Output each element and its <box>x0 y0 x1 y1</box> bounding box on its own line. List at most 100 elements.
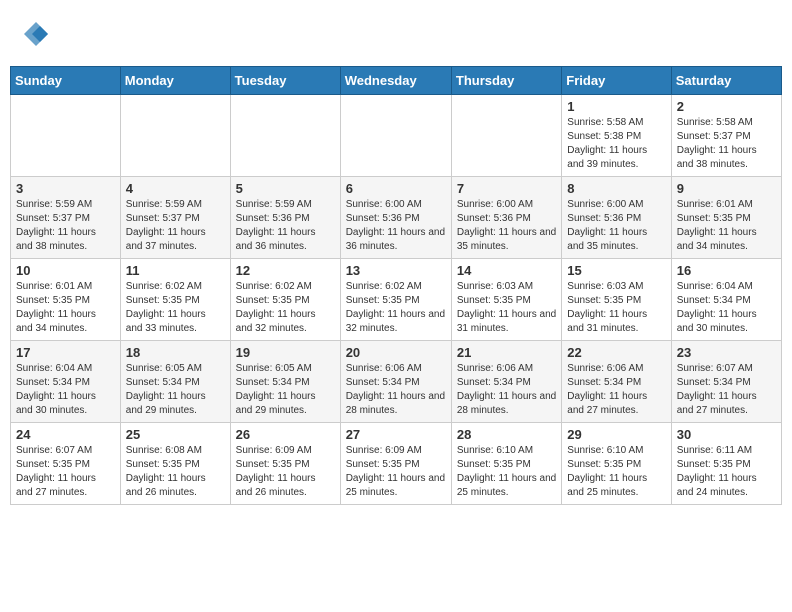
calendar-week-row: 24 Sunrise: 6:07 AMSunset: 5:35 PMDayligh… <box>11 423 782 505</box>
calendar-cell: 15Sunrise: 6:03 AMSunset: 5:35 PMDayligh… <box>562 259 671 341</box>
day-number: 28 <box>457 427 556 442</box>
day-number: 6 <box>346 181 446 196</box>
calendar-cell: 22 Sunrise: 6:06 AMSunset: 5:34 PMDayligh… <box>562 341 671 423</box>
day-number: 9 <box>677 181 776 196</box>
day-number: 26 <box>236 427 335 442</box>
calendar-cell: 11Sunrise: 6:02 AMSunset: 5:35 PMDayligh… <box>120 259 230 341</box>
day-number: 29 <box>567 427 665 442</box>
day-number: 14 <box>457 263 556 278</box>
calendar-cell: 29 Sunrise: 6:10 AMSunset: 5:35 PMDayligh… <box>562 423 671 505</box>
day-info: Sunrise: 5:59 AMSunset: 5:37 PMDaylight:… <box>16 198 115 254</box>
calendar-cell: 2 Sunrise: 5:58 AMSunset: 5:37 PMDaylight… <box>671 95 781 177</box>
day-info: Sunrise: 6:04 AMSunset: 5:34 PMDaylight:… <box>677 280 776 336</box>
calendar-cell: 26 Sunrise: 6:09 AMSunset: 5:35 PMDayligh… <box>230 423 340 505</box>
day-info: Sunrise: 6:06 AMSunset: 5:34 PMDaylight:… <box>346 362 446 418</box>
day-info: Sunrise: 6:06 AMSunset: 5:34 PMDaylight:… <box>457 362 556 418</box>
calendar-cell: 4 Sunrise: 5:59 AMSunset: 5:37 PMDaylight… <box>120 177 230 259</box>
calendar-cell: 10 Sunrise: 6:01 AMSunset: 5:35 PMDayligh… <box>11 259 121 341</box>
calendar-day-header: Sunday <box>11 67 121 95</box>
calendar-week-row: 17Sunrise: 6:04 AMSunset: 5:34 PMDayligh… <box>11 341 782 423</box>
day-number: 7 <box>457 181 556 196</box>
calendar-cell: 7 Sunrise: 6:00 AMSunset: 5:36 PMDaylight… <box>451 177 561 259</box>
day-info: Sunrise: 6:08 AMSunset: 5:35 PMDaylight:… <box>126 444 225 500</box>
calendar-cell: 8Sunrise: 6:00 AMSunset: 5:36 PMDaylight… <box>562 177 671 259</box>
calendar-cell: 13 Sunrise: 6:02 AMSunset: 5:35 PMDayligh… <box>340 259 451 341</box>
day-info: Sunrise: 6:02 AMSunset: 5:35 PMDaylight:… <box>126 280 225 336</box>
day-info: Sunrise: 6:00 AMSunset: 5:36 PMDaylight:… <box>346 198 446 254</box>
day-number: 27 <box>346 427 446 442</box>
day-info: Sunrise: 6:07 AMSunset: 5:34 PMDaylight:… <box>677 362 776 418</box>
day-number: 12 <box>236 263 335 278</box>
calendar-cell <box>230 95 340 177</box>
day-number: 18 <box>126 345 225 360</box>
day-number: 5 <box>236 181 335 196</box>
day-info: Sunrise: 5:59 AMSunset: 5:37 PMDaylight:… <box>126 198 225 254</box>
day-info: Sunrise: 6:01 AMSunset: 5:35 PMDaylight:… <box>16 280 115 336</box>
day-info: Sunrise: 6:01 AMSunset: 5:35 PMDaylight:… <box>677 198 776 254</box>
day-number: 20 <box>346 345 446 360</box>
logo-icon <box>22 20 50 53</box>
calendar-cell: 9 Sunrise: 6:01 AMSunset: 5:35 PMDaylight… <box>671 177 781 259</box>
calendar-cell <box>11 95 121 177</box>
calendar-cell: 6 Sunrise: 6:00 AMSunset: 5:36 PMDaylight… <box>340 177 451 259</box>
day-info: Sunrise: 6:07 AMSunset: 5:35 PMDaylight:… <box>16 444 115 500</box>
day-info: Sunrise: 5:59 AMSunset: 5:36 PMDaylight:… <box>236 198 335 254</box>
calendar-cell: 1Sunrise: 5:58 AMSunset: 5:38 PMDaylight… <box>562 95 671 177</box>
day-number: 21 <box>457 345 556 360</box>
day-number: 25 <box>126 427 225 442</box>
calendar-table: SundayMondayTuesdayWednesdayThursdayFrid… <box>10 66 782 505</box>
day-info: Sunrise: 6:09 AMSunset: 5:35 PMDaylight:… <box>346 444 446 500</box>
day-number: 19 <box>236 345 335 360</box>
calendar-cell <box>120 95 230 177</box>
calendar-cell: 27 Sunrise: 6:09 AMSunset: 5:35 PMDayligh… <box>340 423 451 505</box>
day-number: 13 <box>346 263 446 278</box>
calendar-cell: 21 Sunrise: 6:06 AMSunset: 5:34 PMDayligh… <box>451 341 561 423</box>
calendar-cell: 23 Sunrise: 6:07 AMSunset: 5:34 PMDayligh… <box>671 341 781 423</box>
day-number: 8 <box>567 181 665 196</box>
calendar-day-header: Wednesday <box>340 67 451 95</box>
day-number: 24 <box>16 427 115 442</box>
day-info: Sunrise: 6:02 AMSunset: 5:35 PMDaylight:… <box>346 280 446 336</box>
day-info: Sunrise: 5:58 AMSunset: 5:38 PMDaylight:… <box>567 116 665 172</box>
calendar-cell: 12Sunrise: 6:02 AMSunset: 5:35 PMDayligh… <box>230 259 340 341</box>
day-info: Sunrise: 6:03 AMSunset: 5:35 PMDaylight:… <box>567 280 665 336</box>
day-info: Sunrise: 6:04 AMSunset: 5:34 PMDaylight:… <box>16 362 115 418</box>
calendar-day-header: Thursday <box>451 67 561 95</box>
day-number: 30 <box>677 427 776 442</box>
day-info: Sunrise: 6:00 AMSunset: 5:36 PMDaylight:… <box>457 198 556 254</box>
calendar-cell <box>340 95 451 177</box>
day-info: Sunrise: 6:05 AMSunset: 5:34 PMDaylight:… <box>126 362 225 418</box>
calendar-week-row: 3 Sunrise: 5:59 AMSunset: 5:37 PMDaylight… <box>11 177 782 259</box>
day-number: 23 <box>677 345 776 360</box>
day-number: 16 <box>677 263 776 278</box>
day-number: 3 <box>16 181 115 196</box>
calendar-cell: 3 Sunrise: 5:59 AMSunset: 5:37 PMDaylight… <box>11 177 121 259</box>
day-number: 2 <box>677 99 776 114</box>
day-number: 10 <box>16 263 115 278</box>
calendar-cell: 25 Sunrise: 6:08 AMSunset: 5:35 PMDayligh… <box>120 423 230 505</box>
calendar-cell: 30 Sunrise: 6:11 AMSunset: 5:35 PMDayligh… <box>671 423 781 505</box>
day-number: 22 <box>567 345 665 360</box>
calendar-cell: 16 Sunrise: 6:04 AMSunset: 5:34 PMDayligh… <box>671 259 781 341</box>
day-info: Sunrise: 6:10 AMSunset: 5:35 PMDaylight:… <box>457 444 556 500</box>
day-info: Sunrise: 6:10 AMSunset: 5:35 PMDaylight:… <box>567 444 665 500</box>
calendar-day-header: Saturday <box>671 67 781 95</box>
day-info: Sunrise: 6:03 AMSunset: 5:35 PMDaylight:… <box>457 280 556 336</box>
calendar-cell: 20 Sunrise: 6:06 AMSunset: 5:34 PMDayligh… <box>340 341 451 423</box>
day-info: Sunrise: 6:09 AMSunset: 5:35 PMDaylight:… <box>236 444 335 500</box>
page-header <box>10 10 782 58</box>
logo <box>20 20 50 53</box>
day-info: Sunrise: 6:06 AMSunset: 5:34 PMDaylight:… <box>567 362 665 418</box>
calendar-day-header: Monday <box>120 67 230 95</box>
calendar-cell: 28 Sunrise: 6:10 AMSunset: 5:35 PMDayligh… <box>451 423 561 505</box>
day-info: Sunrise: 6:05 AMSunset: 5:34 PMDaylight:… <box>236 362 335 418</box>
calendar-week-row: 1Sunrise: 5:58 AMSunset: 5:38 PMDaylight… <box>11 95 782 177</box>
day-number: 4 <box>126 181 225 196</box>
day-info: Sunrise: 5:58 AMSunset: 5:37 PMDaylight:… <box>677 116 776 172</box>
calendar-cell: 24 Sunrise: 6:07 AMSunset: 5:35 PMDayligh… <box>11 423 121 505</box>
calendar-cell: 5 Sunrise: 5:59 AMSunset: 5:36 PMDaylight… <box>230 177 340 259</box>
calendar-cell: 18 Sunrise: 6:05 AMSunset: 5:34 PMDayligh… <box>120 341 230 423</box>
calendar-week-row: 10 Sunrise: 6:01 AMSunset: 5:35 PMDayligh… <box>11 259 782 341</box>
calendar-cell: 19 Sunrise: 6:05 AMSunset: 5:34 PMDayligh… <box>230 341 340 423</box>
day-info: Sunrise: 6:11 AMSunset: 5:35 PMDaylight:… <box>677 444 776 500</box>
